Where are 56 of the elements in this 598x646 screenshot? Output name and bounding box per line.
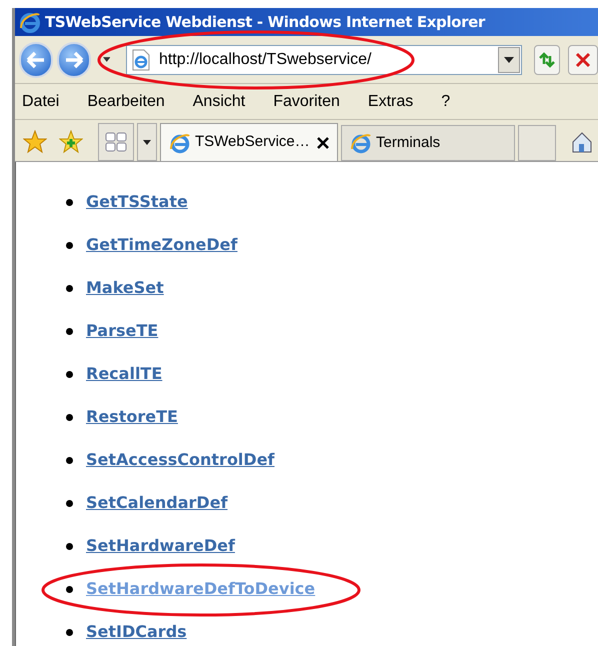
address-dropdown-button[interactable]: [498, 46, 520, 72]
refresh-icon: [538, 52, 556, 68]
tab-list-button[interactable]: [137, 123, 157, 161]
caret-icon: [504, 56, 514, 62]
menu-item[interactable]: Bearbeiten: [87, 90, 165, 114]
page-logo-icon: [350, 132, 372, 154]
browser-tab[interactable]: TSWebService…: [160, 123, 338, 161]
menu-item[interactable]: Extras: [368, 90, 414, 114]
bullet-icon: [66, 242, 73, 248]
method-link[interactable]: RecallTE: [86, 362, 162, 386]
browser-logo-icon: [19, 11, 41, 33]
tab-label: Terminals: [376, 132, 442, 153]
address-field[interactable]: http://localhost/TSwebservice/: [126, 44, 522, 74]
bullet-icon: [66, 284, 73, 292]
browser-tab[interactable]: Terminals: [341, 125, 515, 161]
method-link[interactable]: SetIDCards: [86, 620, 187, 644]
bullet-icon: [66, 198, 73, 206]
star-icon[interactable]: [23, 130, 47, 154]
window-title: TSWebService Webdienst - Windows Internet Explorer: [45, 12, 485, 33]
method-link[interactable]: GetTSState: [86, 190, 188, 214]
back-button[interactable]: [19, 42, 53, 78]
home-icon[interactable]: [571, 131, 593, 153]
method-link[interactable]: SetCalendarDef: [86, 491, 228, 515]
close-icon: [575, 52, 592, 68]
forward-button[interactable]: [56, 42, 90, 78]
bullet-icon: [66, 328, 73, 334]
menu-item[interactable]: Datei: [22, 90, 60, 114]
bullet-icon: [66, 500, 73, 506]
right-arrow-icon: [64, 50, 84, 68]
bullet-icon: [66, 586, 73, 592]
method-link[interactable]: SetHardwareDef: [86, 534, 235, 558]
history-caret-icon[interactable]: [102, 57, 110, 62]
page-logo-icon: [169, 132, 191, 154]
method-link[interactable]: GetTimeZoneDef: [86, 233, 238, 257]
method-link[interactable]: ParseTE: [86, 319, 158, 343]
add-star-icon[interactable]: [59, 130, 83, 154]
stop-button[interactable]: [568, 44, 598, 74]
address-text: http://localhost/TSwebservice/: [158, 50, 372, 70]
bullet-icon: [66, 456, 73, 464]
caret-icon: [143, 140, 151, 144]
method-link[interactable]: RestoreTE: [86, 405, 178, 429]
left-arrow-icon: [26, 50, 46, 68]
method-link[interactable]: SetAccessControlDef: [86, 448, 275, 472]
tiles-icon: [105, 132, 127, 152]
refresh-button[interactable]: [534, 44, 560, 74]
bullet-icon: [66, 542, 73, 550]
page-icon: [130, 48, 151, 70]
menu-item[interactable]: ?: [441, 90, 450, 114]
menu-item[interactable]: Ansicht: [192, 90, 246, 114]
method-link[interactable]: MakeSet: [86, 276, 164, 300]
menu-item[interactable]: Favoriten: [273, 90, 340, 114]
tab-label: TSWebService…: [195, 132, 311, 152]
bullet-icon: [66, 628, 73, 636]
close-icon[interactable]: [317, 136, 329, 148]
bullet-icon: [66, 370, 73, 378]
bullet-icon: [66, 414, 73, 420]
